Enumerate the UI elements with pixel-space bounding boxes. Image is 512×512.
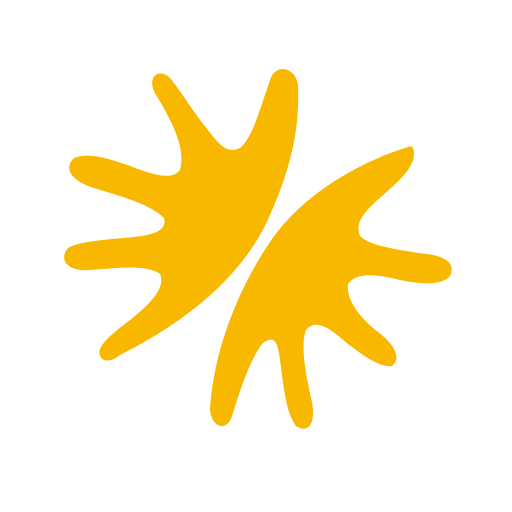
- logo-canvas: [0, 0, 512, 512]
- two-hands-emblem-icon: [64, 69, 452, 429]
